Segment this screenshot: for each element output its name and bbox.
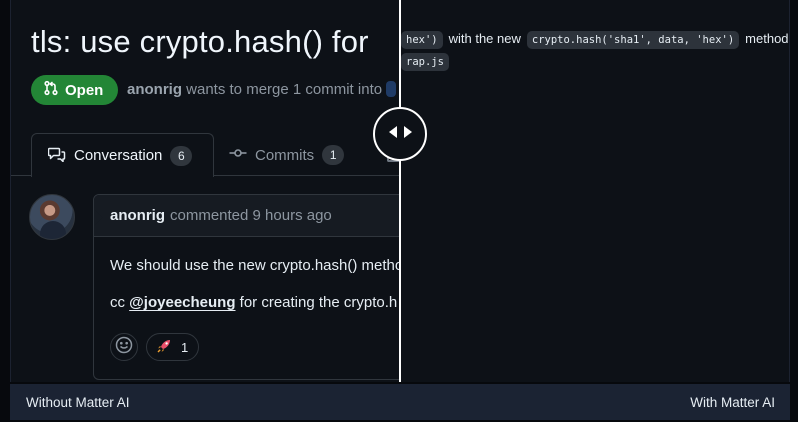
- rocket-icon: [157, 339, 171, 356]
- comment-card: anonrig commented 9 hours ago We should …: [93, 194, 400, 380]
- base-branch-chip[interactable]: [386, 81, 397, 97]
- comparison-slider-handle[interactable]: [373, 107, 427, 161]
- left-pane-without: tls: use crypto.hash() for Open anonrig …: [11, 0, 400, 382]
- cc-prefix: cc: [110, 294, 130, 311]
- status-badge-label: Open: [65, 81, 104, 99]
- caption-left: Without Matter AI: [26, 394, 130, 410]
- comment-header: anonrig commented 9 hours ago: [94, 195, 400, 237]
- tab-commits-count: 1: [322, 145, 345, 165]
- tab-commits-label: Commits: [255, 146, 315, 164]
- comment-line-2-text: for creating the crypto.h: [235, 294, 398, 311]
- comment-line-1: We should use the new crypto.hash() meth…: [110, 257, 400, 274]
- suggestion-line-1: hex') with the new crypto.hash('sha1', dat…: [401, 31, 789, 49]
- suggestion-text-2: method: [745, 31, 789, 46]
- git-pull-request-icon: [43, 80, 59, 100]
- comparison-divider[interactable]: [399, 0, 401, 382]
- smiley-icon: [115, 336, 133, 359]
- pr-title: tls: use crypto.hash() for: [31, 24, 369, 59]
- status-badge: Open: [31, 75, 118, 105]
- pr-author-link[interactable]: anonrig: [127, 81, 182, 98]
- inline-code-file: rap.js: [401, 53, 449, 71]
- inline-code-old: hex'): [401, 31, 443, 49]
- comment-author[interactable]: anonrig: [110, 207, 165, 224]
- user-mention[interactable]: @joyeecheung: [129, 294, 235, 311]
- triangle-right-icon: [403, 125, 413, 144]
- pr-meta: anonrig wants to merge 1 commit into: [127, 81, 397, 98]
- tab-conversation[interactable]: Conversation 6: [31, 133, 214, 177]
- triangle-left-icon: [388, 125, 398, 144]
- comment-body: We should use the new crypto.hash() meth…: [94, 237, 400, 311]
- suggestion-line-2: rap.js: [401, 53, 449, 71]
- inline-code-new: crypto.hash('sha1', data, 'hex'): [526, 31, 740, 49]
- tab-commits[interactable]: Commits 1: [229, 133, 345, 177]
- rocket-reaction-count: 1: [181, 339, 189, 355]
- suggestion-text-1: with the new: [448, 31, 521, 46]
- git-commit-icon: [229, 145, 247, 165]
- comment-timestamp: commented 9 hours ago: [170, 207, 332, 224]
- add-reaction-button[interactable]: [110, 333, 138, 361]
- comment-discussion-icon: [47, 146, 66, 166]
- comment-line-2: cc @joyeecheung for creating the crypto.…: [110, 294, 400, 311]
- right-pane-with: hex') with the new crypto.hash('sha1', dat…: [401, 0, 789, 382]
- tab-conversation-count: 6: [170, 145, 193, 166]
- avatar[interactable]: [29, 194, 75, 240]
- caption-right: With Matter AI: [690, 394, 775, 410]
- rocket-reaction-button[interactable]: 1: [146, 333, 200, 361]
- caption-bar: Without Matter AI With Matter AI: [10, 384, 790, 420]
- pr-meta-text: wants to merge 1 commit into: [182, 81, 383, 98]
- reactions-bar: 1: [110, 333, 200, 361]
- tab-conversation-label: Conversation: [74, 147, 163, 164]
